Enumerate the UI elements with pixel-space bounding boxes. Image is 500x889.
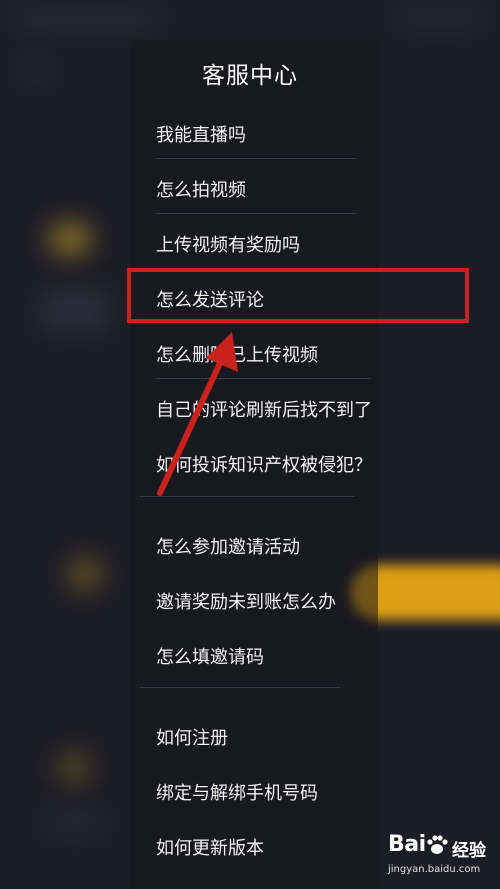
menu-item-comment-missing[interactable]: 自己的评论刷新后找不到了	[156, 396, 372, 422]
group-divider	[140, 496, 355, 497]
menu-item-shoot-video[interactable]: 怎么拍视频	[156, 176, 246, 202]
menu-item-live-stream[interactable]: 我能直播吗	[156, 121, 246, 147]
blurred-status-left	[10, 6, 160, 30]
menu-item-upload-reward[interactable]: 上传视频有奖励吗	[156, 231, 300, 257]
menu-item-delete-video[interactable]: 怎么删除已上传视频	[156, 341, 318, 367]
menu-item-ip-complaint[interactable]: 如何投诉知识产权被侵犯？	[156, 451, 372, 477]
blurred-status-right	[395, 6, 485, 28]
group-divider	[140, 687, 340, 688]
menu-item-invite-reward[interactable]: 邀请奖励未到账怎么办	[156, 588, 336, 614]
menu-item-bind-phone[interactable]: 绑定与解绑手机号码	[156, 779, 318, 805]
page-title: 客服中心	[202, 63, 298, 89]
menu-item-invite-activity[interactable]: 怎么参加邀请活动	[156, 533, 300, 559]
watermark-brand: 经验	[452, 841, 486, 861]
menu-item-register[interactable]: 如何注册	[156, 724, 228, 750]
watermark-logo: Bai	[388, 832, 426, 857]
divider	[156, 378, 371, 379]
paw-icon	[427, 835, 448, 854]
blurred-avatar-3	[60, 755, 88, 781]
blurred-label	[45, 810, 105, 834]
menu-item-update-version[interactable]: 如何更新版本	[156, 834, 264, 860]
menu-item-invite-code[interactable]: 怎么填邀请码	[156, 643, 264, 669]
blurred-avatar-1	[50, 225, 90, 253]
divider	[156, 213, 356, 214]
watermark-url: jingyan.baidu.com	[388, 864, 481, 875]
highlight-box	[127, 268, 469, 323]
baidu-jingyan-watermark: Bai 经验 jingyan.baidu.com	[388, 830, 496, 886]
blurred-card	[40, 290, 110, 330]
divider	[156, 158, 356, 159]
blurred-avatar-2	[70, 560, 100, 588]
